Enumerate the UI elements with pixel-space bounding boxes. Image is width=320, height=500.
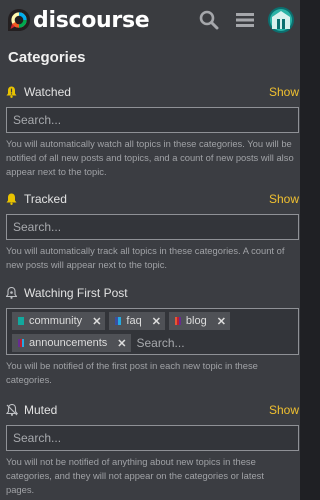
- chip-label: community: [29, 315, 83, 327]
- remove-chip-icon[interactable]: ✕: [217, 315, 226, 328]
- tracked-section: Tracked Show Search... You will automati…: [6, 190, 300, 272]
- section-title: Tracked: [24, 192, 67, 206]
- section-title: Watching First Post: [24, 286, 128, 300]
- category-color-swatch: [115, 317, 122, 325]
- category-chip[interactable]: community ✕: [12, 312, 106, 330]
- chip-label: blog: [185, 315, 207, 327]
- section-description: You will automatically watch all topics …: [6, 138, 294, 177]
- watching-first-post-section: Watching First Post community ✕ faq ✕ bl…: [6, 284, 300, 387]
- watched-search-input[interactable]: Search...: [6, 107, 299, 133]
- discourse-logo[interactable]: discourse: [6, 7, 150, 33]
- category-color-swatch: [18, 317, 24, 325]
- category-chip[interactable]: blog ✕: [168, 312, 230, 330]
- dot-bell-icon: [6, 287, 18, 299]
- section-title: Watched: [24, 85, 71, 99]
- remove-chip-icon[interactable]: ✕: [117, 337, 126, 350]
- remove-chip-icon[interactable]: ✕: [92, 315, 101, 328]
- bell-slash-icon: [6, 404, 18, 416]
- user-avatar[interactable]: [268, 7, 294, 33]
- discourse-logo-icon: [8, 9, 30, 31]
- hamburger-menu-icon[interactable]: [234, 9, 256, 31]
- exclamation-bell-icon: [6, 86, 18, 98]
- tag-search-input[interactable]: Search...: [137, 334, 185, 352]
- muted-section: Muted Show Search... You will not be not…: [6, 401, 300, 497]
- show-tracked-link[interactable]: Show: [269, 192, 299, 206]
- tracked-search-input[interactable]: Search...: [6, 214, 299, 240]
- search-icon[interactable]: [198, 9, 220, 31]
- show-watched-link[interactable]: Show: [269, 85, 299, 99]
- muted-search-input[interactable]: Search...: [6, 425, 299, 451]
- remove-chip-icon[interactable]: ✕: [152, 315, 161, 328]
- logo-text: discourse: [33, 7, 150, 33]
- bell-icon: [6, 193, 18, 205]
- section-description: You will automatically track all topics …: [6, 245, 285, 270]
- category-tag-selector[interactable]: community ✕ faq ✕ blog ✕ announcements ✕…: [6, 308, 299, 355]
- top-header: discourse: [0, 0, 300, 40]
- section-description: You will not be notified of anything abo…: [6, 456, 264, 495]
- category-color-swatch: [174, 317, 181, 325]
- section-description: You will be notified of the first post i…: [6, 360, 258, 385]
- show-muted-link[interactable]: Show: [269, 403, 299, 417]
- page-title: Categories: [8, 49, 86, 66]
- preferences-content: Categories Watched Show Search... You wi…: [0, 40, 300, 500]
- chip-label: announcements: [29, 337, 108, 349]
- section-title: Muted: [24, 403, 58, 417]
- chip-label: faq: [126, 315, 142, 327]
- watched-section: Watched Show Search... You will automati…: [6, 83, 300, 179]
- category-chip[interactable]: faq ✕: [109, 312, 165, 330]
- category-chip[interactable]: announcements ✕: [12, 334, 131, 352]
- category-color-swatch: [18, 339, 24, 347]
